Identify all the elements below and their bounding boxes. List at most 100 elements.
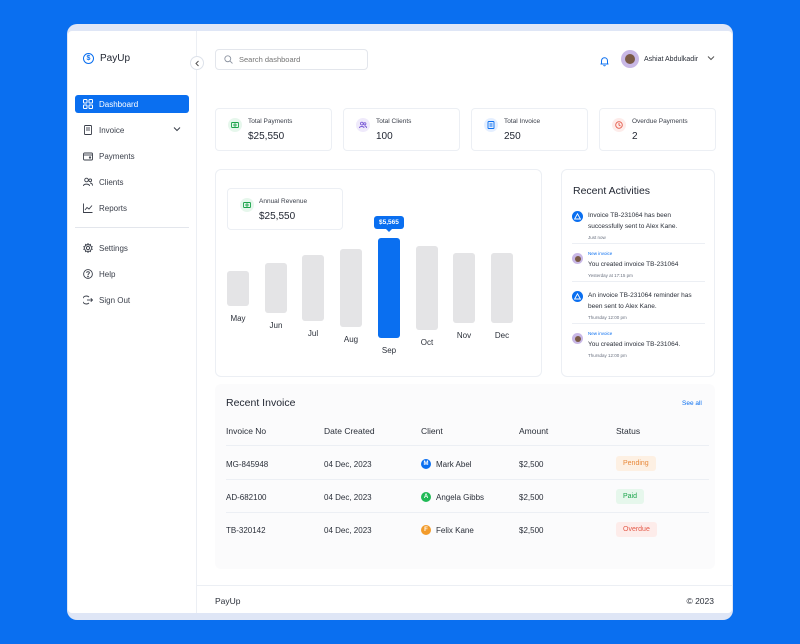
sidebar-divider [75, 227, 189, 228]
invoice-date: 04 Dec, 2023 [324, 493, 372, 502]
chart-x-label: Jul [307, 329, 319, 338]
stat-card-total-invoice[interactable]: Total Invoice 250 [471, 108, 588, 151]
notification-bell-icon[interactable] [599, 54, 610, 67]
stat-card-total-clients[interactable]: Total Clients 100 [343, 108, 460, 151]
sidebar-item-sign-out[interactable]: Sign Out [75, 291, 189, 309]
stat-label: Total Invoice [504, 118, 541, 125]
avatar [572, 253, 583, 264]
sidebar-item-label: Dashboard [99, 99, 139, 109]
user-menu[interactable]: Ashiat Abdulkadir [621, 50, 715, 68]
activity-text: You created invoice TB-231064 [588, 261, 679, 268]
stat-card-total-payments[interactable]: Total Payments $25,550 [215, 108, 332, 151]
status-badge: Pending [616, 456, 656, 471]
activity-time: Yesterday at 17:15 pm [588, 273, 633, 278]
sidebar-item-payments[interactable]: Payments [75, 147, 189, 165]
invoice-date: 04 Dec, 2023 [324, 460, 372, 469]
sidebar-item-help[interactable]: Help [75, 265, 189, 283]
see-all-link[interactable]: See all [682, 400, 702, 407]
activity-item[interactable]: New invoice You created invoice TB-23106… [572, 250, 705, 282]
invoice-client: M Mark Abel [421, 459, 472, 469]
activity-item[interactable]: An invoice TB-231064 reminder has been s… [572, 290, 705, 324]
column-header[interactable]: Invoice No [226, 426, 266, 436]
annual-revenue-card: Annual Revenue $25,550 [227, 188, 343, 230]
avatar[interactable] [621, 50, 639, 68]
clock-icon [612, 118, 626, 132]
stat-label: Overdue Payments [632, 118, 688, 125]
chart-x-label: Dec [494, 331, 510, 340]
activity-item[interactable]: New invoice You created invoice TB-23106… [572, 330, 705, 362]
row-divider [226, 479, 709, 480]
invoice-icon [484, 118, 498, 132]
footer-copyright: © 2023 [686, 596, 714, 606]
client-avatar: F [421, 525, 431, 535]
sidebar-item-reports[interactable]: Reports [75, 199, 189, 217]
chart-bar[interactable] [453, 253, 475, 323]
revenue-label: Annual Revenue [259, 198, 308, 205]
column-header[interactable]: Client [421, 426, 443, 436]
triangle-alert-icon [572, 211, 583, 222]
footer-brand: PayUp [215, 596, 241, 606]
collapse-sidebar-button[interactable] [190, 56, 204, 70]
chart-bar[interactable] [491, 253, 513, 323]
column-header[interactable]: Date Created [324, 426, 375, 436]
money-icon [240, 198, 254, 212]
chart-bar[interactable] [302, 255, 324, 321]
stat-value: 2 [632, 131, 638, 142]
chart-x-label: Aug [343, 335, 359, 344]
chevron-left-icon [194, 60, 199, 66]
client-name: Felix Kane [436, 525, 474, 535]
invoice-section-title: Recent Invoice [226, 397, 296, 409]
chart-bar[interactable] [340, 249, 362, 327]
stat-value: 100 [376, 131, 393, 142]
invoice-amount: $2,500 [519, 526, 544, 535]
help-icon [83, 269, 93, 279]
invoice-date: 04 Dec, 2023 [324, 526, 372, 535]
search-icon [224, 51, 233, 69]
chart-bar[interactable] [416, 246, 438, 330]
chevron-down-icon[interactable] [707, 54, 715, 64]
revenue-value: $25,550 [259, 211, 296, 222]
invoice-amount: $2,500 [519, 493, 544, 502]
logo[interactable]: $ PayUp [83, 53, 130, 64]
sidebar-item-settings[interactable]: Settings [75, 239, 189, 257]
stat-value: 250 [504, 131, 521, 142]
invoice-number: MG-845948 [226, 460, 269, 469]
user-name: Ashiat Abdulkadir [644, 55, 699, 63]
chart-bar[interactable] [378, 238, 400, 338]
app-window: $ PayUp Dashboard Invoice Payments Clien… [68, 31, 732, 613]
sidebar-item-invoice[interactable]: Invoice [75, 121, 189, 139]
activity-item[interactable]: Invoice TB-231064 has been successfully … [572, 210, 705, 244]
chart-bar[interactable] [227, 271, 249, 306]
sidebar-item-label: Help [99, 269, 116, 279]
users-icon [356, 118, 370, 132]
logo-icon: $ [83, 53, 94, 64]
sidebar-secondary-nav: Settings Help Sign Out [75, 239, 189, 317]
row-divider [226, 512, 709, 513]
search-input[interactable] [239, 55, 359, 64]
invoice-client: A Angela Gibbs [421, 492, 484, 502]
activity-text: Invoice TB-231064 has been successfully … [588, 212, 678, 230]
column-header[interactable]: Amount [519, 426, 548, 436]
chart-line-icon [83, 203, 93, 213]
activity-time: Thursday 12:00 pm [588, 353, 627, 358]
users-icon [83, 177, 93, 187]
client-name: Angela Gibbs [436, 492, 485, 502]
stat-card-overdue-payments[interactable]: Overdue Payments 2 [599, 108, 716, 151]
grid-icon [83, 99, 93, 109]
revenue-chart-card: Annual Revenue $25,550 May Jun Jul Aug Sep $5… [215, 169, 542, 377]
sidebar-item-label: Reports [99, 203, 128, 213]
brand-name: PayUp [100, 53, 131, 64]
chevron-down-icon[interactable] [173, 125, 181, 135]
invoice-client: F Felix Kane [421, 525, 474, 535]
sidebar-item-clients[interactable]: Clients [75, 173, 189, 191]
column-header[interactable]: Status [616, 426, 640, 436]
status-badge: Paid [616, 489, 645, 504]
chart-bar[interactable] [265, 263, 287, 313]
sidebar-item-dashboard[interactable]: Dashboard [75, 95, 189, 113]
sidebar-item-label: Invoice [99, 125, 125, 135]
client-avatar: M [421, 459, 431, 469]
sidebar-item-label: Payments [99, 151, 135, 161]
search-box[interactable] [215, 49, 368, 70]
invoice-amount: $2,500 [519, 460, 544, 469]
stat-label: Total Payments [248, 118, 293, 125]
